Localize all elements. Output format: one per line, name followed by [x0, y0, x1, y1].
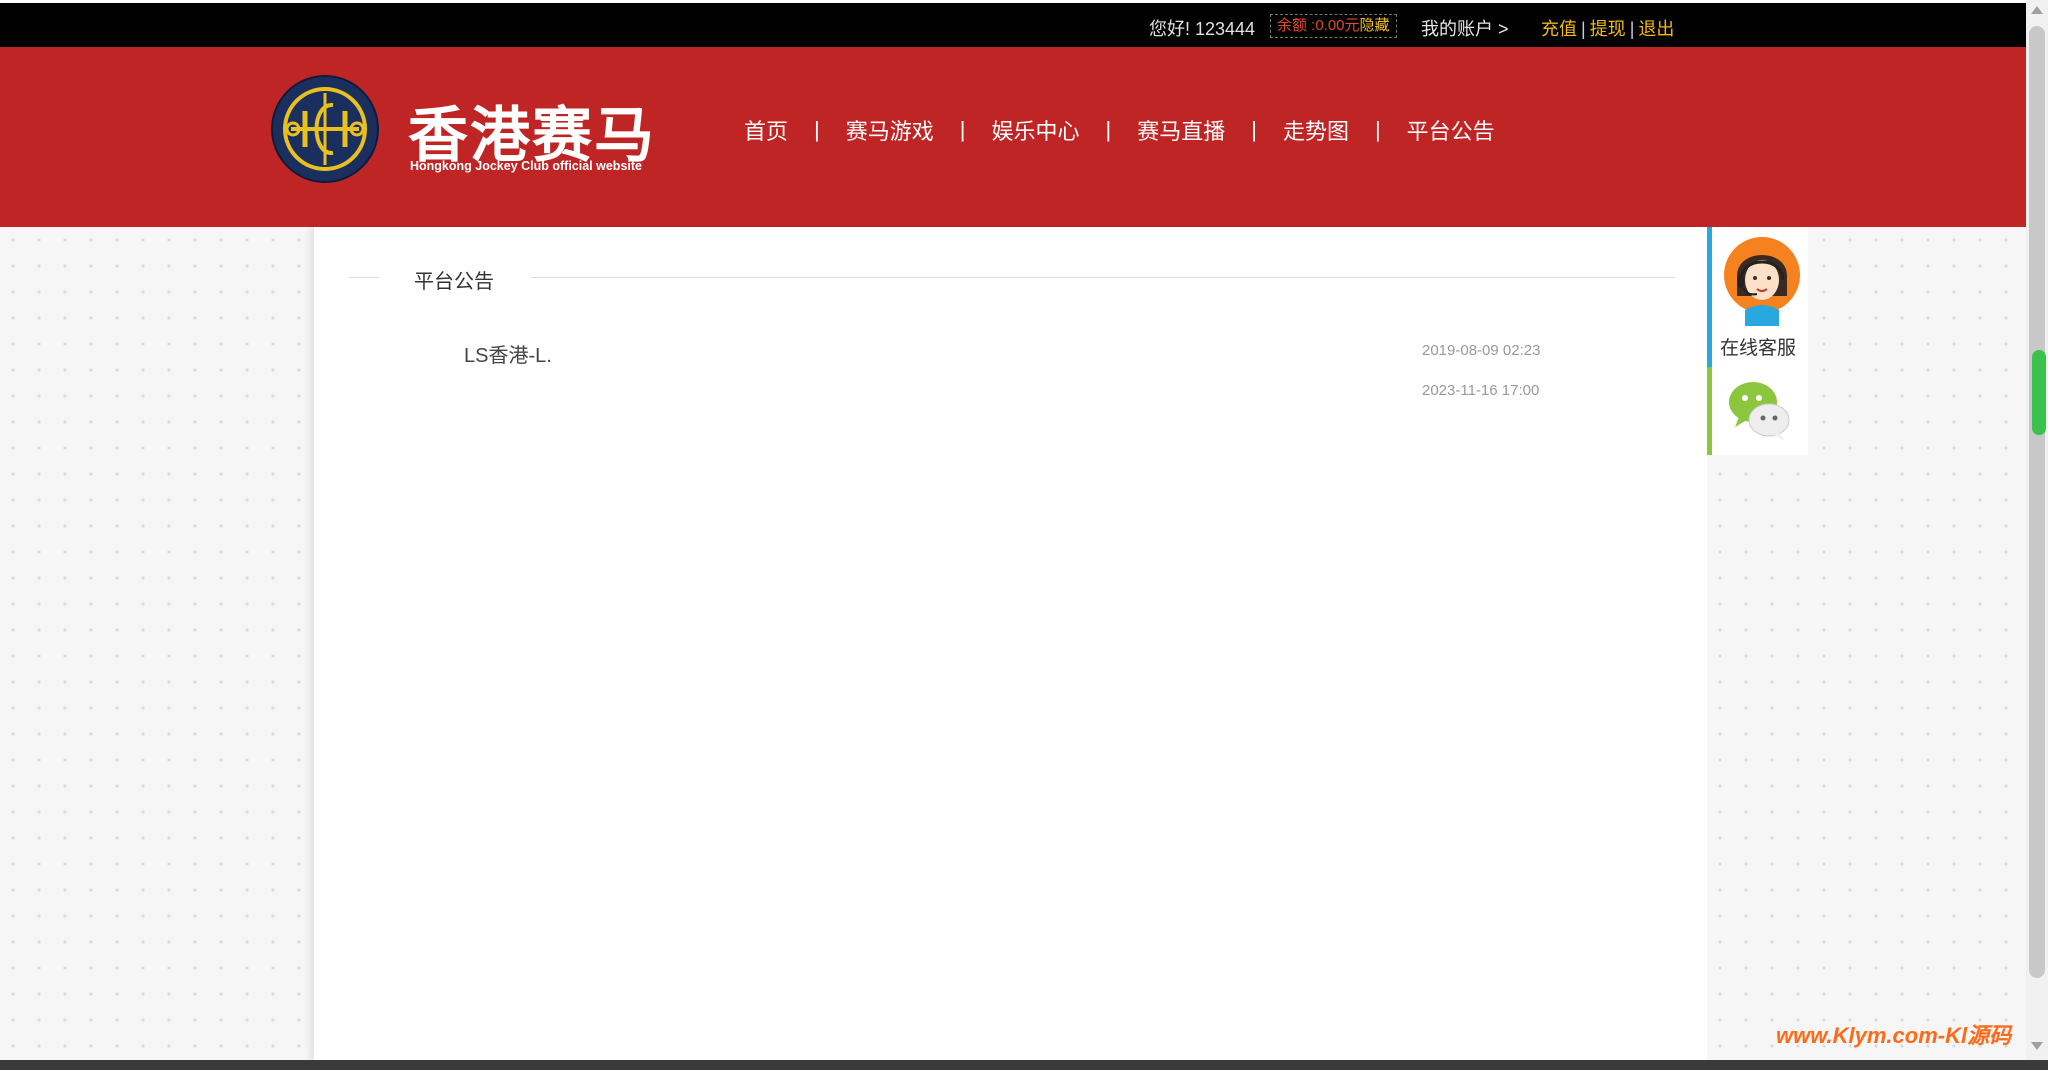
scrollbar-thumb[interactable] — [2029, 26, 2045, 978]
scroll-up-icon[interactable] — [2031, 6, 2043, 14]
separator: | — [1581, 19, 1586, 39]
recharge-link[interactable]: 充值 — [1541, 19, 1577, 39]
nav-separator: | — [814, 117, 820, 142]
nav-separator: | — [1251, 117, 1257, 142]
watermark: www.Klym.com-Kl源码 — [1776, 1023, 2012, 1048]
main-nav: 首页 | 赛马游戏 | 娱乐中心 | 赛马直播 | 走势图 | 平台公告 — [744, 114, 1495, 146]
wechat-icon — [1729, 382, 1790, 441]
greeting-text: 您好! 123444 — [1149, 19, 1256, 39]
top-bar: 您好! 123444 余额 :0.00元隐藏 我的账户 > 充值 | 提现 | 退出 — [0, 3, 2026, 47]
nav-separator: | — [1105, 117, 1112, 142]
hide-balance-link[interactable]: 隐藏 — [1360, 17, 1390, 34]
wechat-button[interactable] — [1707, 367, 1808, 455]
logo-subtitle: Hongkong Jockey Club official website — [410, 159, 642, 173]
hkjc-emblem-icon[interactable] — [271, 75, 379, 183]
nav-home[interactable]: 首页 — [744, 114, 788, 146]
customer-service-label: 在线客服 — [1720, 338, 1797, 359]
balance-box: 余额 :0.00元隐藏 — [1270, 14, 1397, 38]
separator: | — [1629, 19, 1635, 39]
announcement-panel: 平台公告 LS香港-L. 2019-08-09 02:23 2023-11-16… — [314, 227, 1707, 1060]
nav-trend[interactable]: 走势图 — [1283, 114, 1349, 146]
logout-link[interactable]: 退出 — [1638, 19, 1674, 39]
nav-horse-game[interactable]: 赛马游戏 — [846, 114, 934, 146]
account-actions: 充值 | 提现 | 退出 — [1541, 15, 1674, 41]
divider — [531, 277, 1675, 278]
nav-separator: | — [959, 117, 966, 142]
background-pattern-left — [0, 227, 314, 1060]
nav-announcement[interactable]: 平台公告 — [1407, 114, 1495, 146]
notice-date: 2023-11-16 17:00 — [1422, 382, 1540, 399]
notice-date: 2019-08-09 02:23 — [1422, 342, 1541, 359]
site-header: 香港赛马 Hongkong Jockey Club official websi… — [0, 47, 2026, 227]
nav-entertainment[interactable]: 娱乐中心 — [991, 114, 1079, 146]
customer-service-button[interactable]: 在线客服 — [1707, 227, 1808, 367]
nav-live[interactable]: 赛马直播 — [1137, 114, 1225, 146]
section-title: 平台公告 — [414, 271, 494, 293]
notice-title[interactable]: LS香港-L. — [464, 339, 552, 368]
vertical-scrollbar[interactable] — [2026, 0, 2048, 1060]
withdraw-link[interactable]: 提现 — [1590, 19, 1626, 39]
bottom-bar — [0, 1060, 2048, 1070]
divider — [349, 277, 379, 278]
my-account-link[interactable]: 我的账户 > — [1421, 15, 1509, 41]
section-header: 平台公告 — [349, 265, 1675, 293]
scroll-down-icon[interactable] — [2031, 1042, 2043, 1050]
balance-text: 余额 :0.00元 — [1277, 17, 1360, 34]
floating-side-panel: 在线客服 — [1707, 227, 1808, 455]
nav-separator: | — [1374, 117, 1381, 142]
customer-service-avatar-icon — [1724, 237, 1800, 326]
side-green-tab[interactable] — [2032, 350, 2046, 435]
